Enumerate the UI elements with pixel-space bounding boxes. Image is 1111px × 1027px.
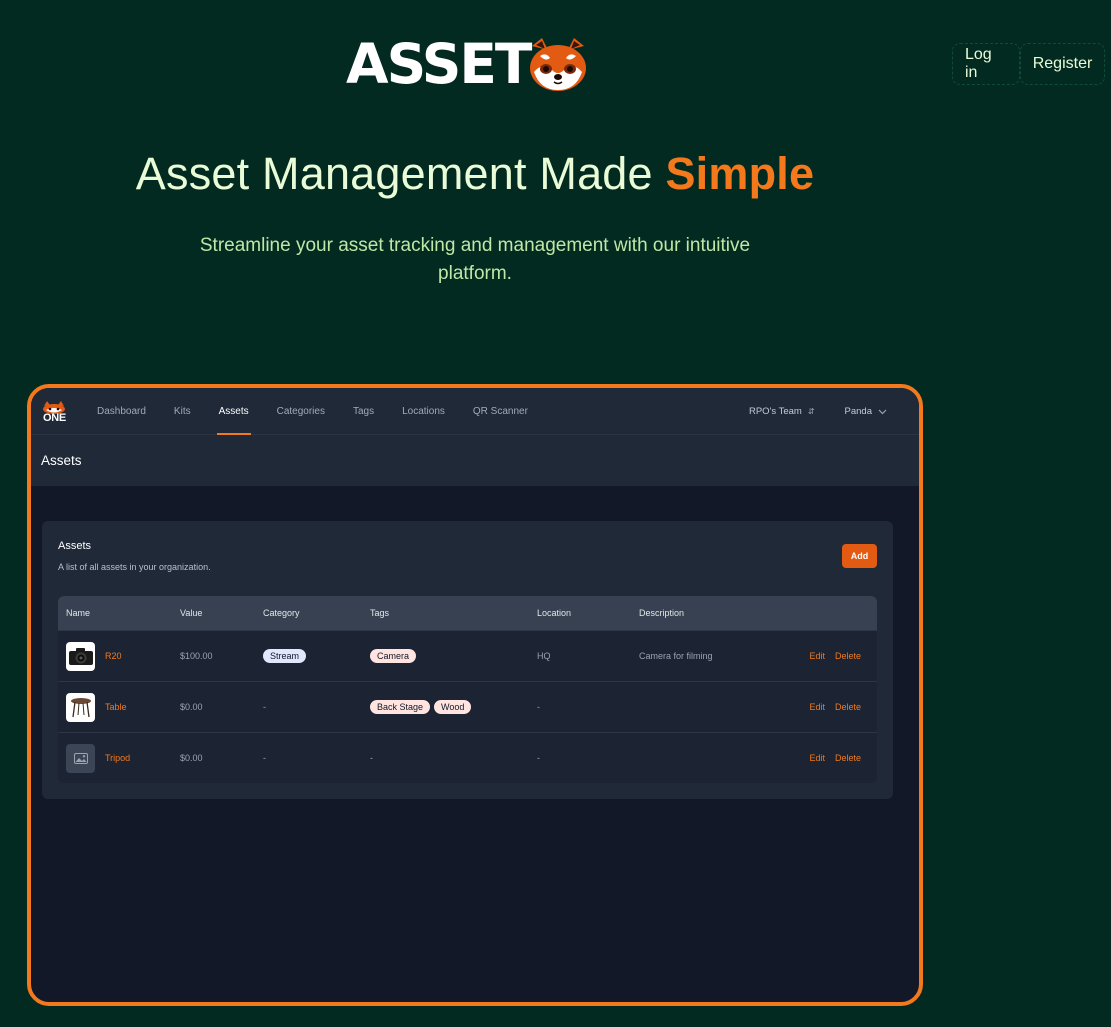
- hero-title-accent: Simple: [665, 148, 815, 199]
- tags-cell: Camera: [370, 631, 420, 681]
- asset-name-link[interactable]: R20: [105, 651, 122, 661]
- assets-table: Name Value Category Tags Location Descri…: [58, 596, 877, 783]
- location-cell: HQ: [537, 651, 551, 661]
- page-header: Assets: [31, 435, 919, 486]
- nav-locations[interactable]: Locations: [402, 388, 445, 435]
- app-logo-text: ONE: [43, 412, 66, 424]
- header-location: Location: [537, 608, 572, 618]
- nav-categories[interactable]: Categories: [277, 388, 325, 435]
- header-tags: Tags: [370, 608, 390, 618]
- nav-qr-scanner[interactable]: QR Scanner: [473, 388, 528, 435]
- edit-link[interactable]: Edit: [809, 651, 825, 661]
- hero-title: Asset Management Made Simple: [0, 148, 950, 200]
- tags-cell: -: [370, 753, 373, 763]
- nav-right: RPO's Team ⇵ Panda: [719, 388, 887, 435]
- card-title: Assets: [58, 540, 92, 552]
- app-preview-frame: ONE Dashboard Kits Assets Categories Tag…: [27, 384, 923, 1006]
- table-header: Name Value Category Tags Location Descri…: [58, 596, 877, 630]
- brand-name: ASSET: [346, 32, 532, 96]
- description-cell: Camera for filming: [639, 651, 713, 661]
- nav-tags[interactable]: Tags: [353, 388, 374, 435]
- camera-icon: [68, 648, 93, 665]
- table-row: R20 $100.00 Stream Camera HQ Camera for …: [58, 630, 877, 681]
- table-row: Table $0.00 - Back Stage Wood - Edit Del…: [58, 681, 877, 732]
- category-cell: Stream: [263, 631, 310, 681]
- user-menu[interactable]: Panda: [845, 406, 887, 417]
- location-cell: -: [537, 702, 540, 712]
- team-name: RPO's Team: [748, 406, 802, 417]
- header-description: Description: [639, 608, 685, 618]
- login-button[interactable]: Log in: [952, 43, 1020, 85]
- app-logo[interactable]: ONE: [41, 401, 69, 427]
- table-thumbnail: [66, 692, 95, 722]
- hero-title-main: Asset Management Made: [135, 148, 653, 199]
- red-panda-icon: [530, 38, 587, 91]
- auth-nav: Log in Register: [952, 43, 1105, 85]
- category-cell: -: [263, 753, 266, 763]
- team-selector[interactable]: RPO's Team ⇵: [749, 406, 815, 417]
- page-title: Assets: [41, 453, 82, 468]
- name-cell: Table: [66, 682, 127, 732]
- table-row: Tripod $0.00 - - - Edit Delete: [58, 732, 877, 783]
- tag-badge: Back Stage: [370, 700, 431, 714]
- nav-assets[interactable]: Assets: [216, 388, 251, 435]
- delete-link[interactable]: Delete: [835, 702, 861, 712]
- edit-link[interactable]: Edit: [809, 753, 825, 763]
- nav-kits[interactable]: Kits: [174, 388, 191, 435]
- app-navbar: ONE Dashboard Kits Assets Categories Tag…: [31, 388, 919, 435]
- delete-link[interactable]: Delete: [835, 651, 861, 661]
- actions-cell: Edit Delete: [799, 631, 861, 681]
- register-button[interactable]: Register: [1020, 43, 1105, 85]
- asset-name-link[interactable]: Table: [105, 702, 127, 712]
- hero-subtitle: Streamline your asset tracking and manag…: [199, 235, 751, 284]
- value-cell: $0.00: [180, 753, 203, 763]
- brand-logo[interactable]: ASSET: [346, 32, 590, 96]
- app-nav-items: Dashboard Kits Assets Categories Tags Lo…: [97, 388, 556, 435]
- location-cell: -: [537, 753, 540, 763]
- header-name: Name: [66, 608, 91, 618]
- name-cell: R20: [66, 631, 122, 681]
- delete-link[interactable]: Delete: [835, 753, 861, 763]
- tag-badge: Wood: [434, 700, 472, 714]
- value-cell: $0.00: [180, 702, 203, 712]
- table-furniture-icon: [70, 698, 91, 718]
- tags-cell: Back Stage Wood: [370, 682, 475, 732]
- nav-dashboard[interactable]: Dashboard: [97, 388, 146, 435]
- name-cell: Tripod: [66, 733, 130, 783]
- user-name: Panda: [844, 406, 872, 417]
- camera-thumbnail: [66, 641, 95, 671]
- chevron-down-icon: [878, 409, 887, 414]
- edit-link[interactable]: Edit: [809, 702, 825, 712]
- category-cell: -: [263, 702, 266, 712]
- actions-cell: Edit Delete: [799, 733, 861, 783]
- assets-card: Assets A list of all assets in your orga…: [42, 521, 893, 799]
- tag-badge: Camera: [370, 649, 417, 663]
- actions-cell: Edit Delete: [799, 682, 861, 732]
- header-value: Value: [180, 608, 203, 618]
- chevron-up-down-icon: ⇵: [807, 407, 815, 416]
- card-description: A list of all assets in your organizatio…: [58, 562, 211, 572]
- header-category: Category: [263, 608, 300, 618]
- image-placeholder-thumbnail: [66, 743, 95, 773]
- image-placeholder-icon: [73, 752, 88, 764]
- category-badge: Stream: [263, 649, 307, 663]
- add-button[interactable]: Add: [842, 544, 877, 568]
- value-cell: $100.00: [180, 651, 213, 661]
- asset-name-link[interactable]: Tripod: [105, 753, 130, 763]
